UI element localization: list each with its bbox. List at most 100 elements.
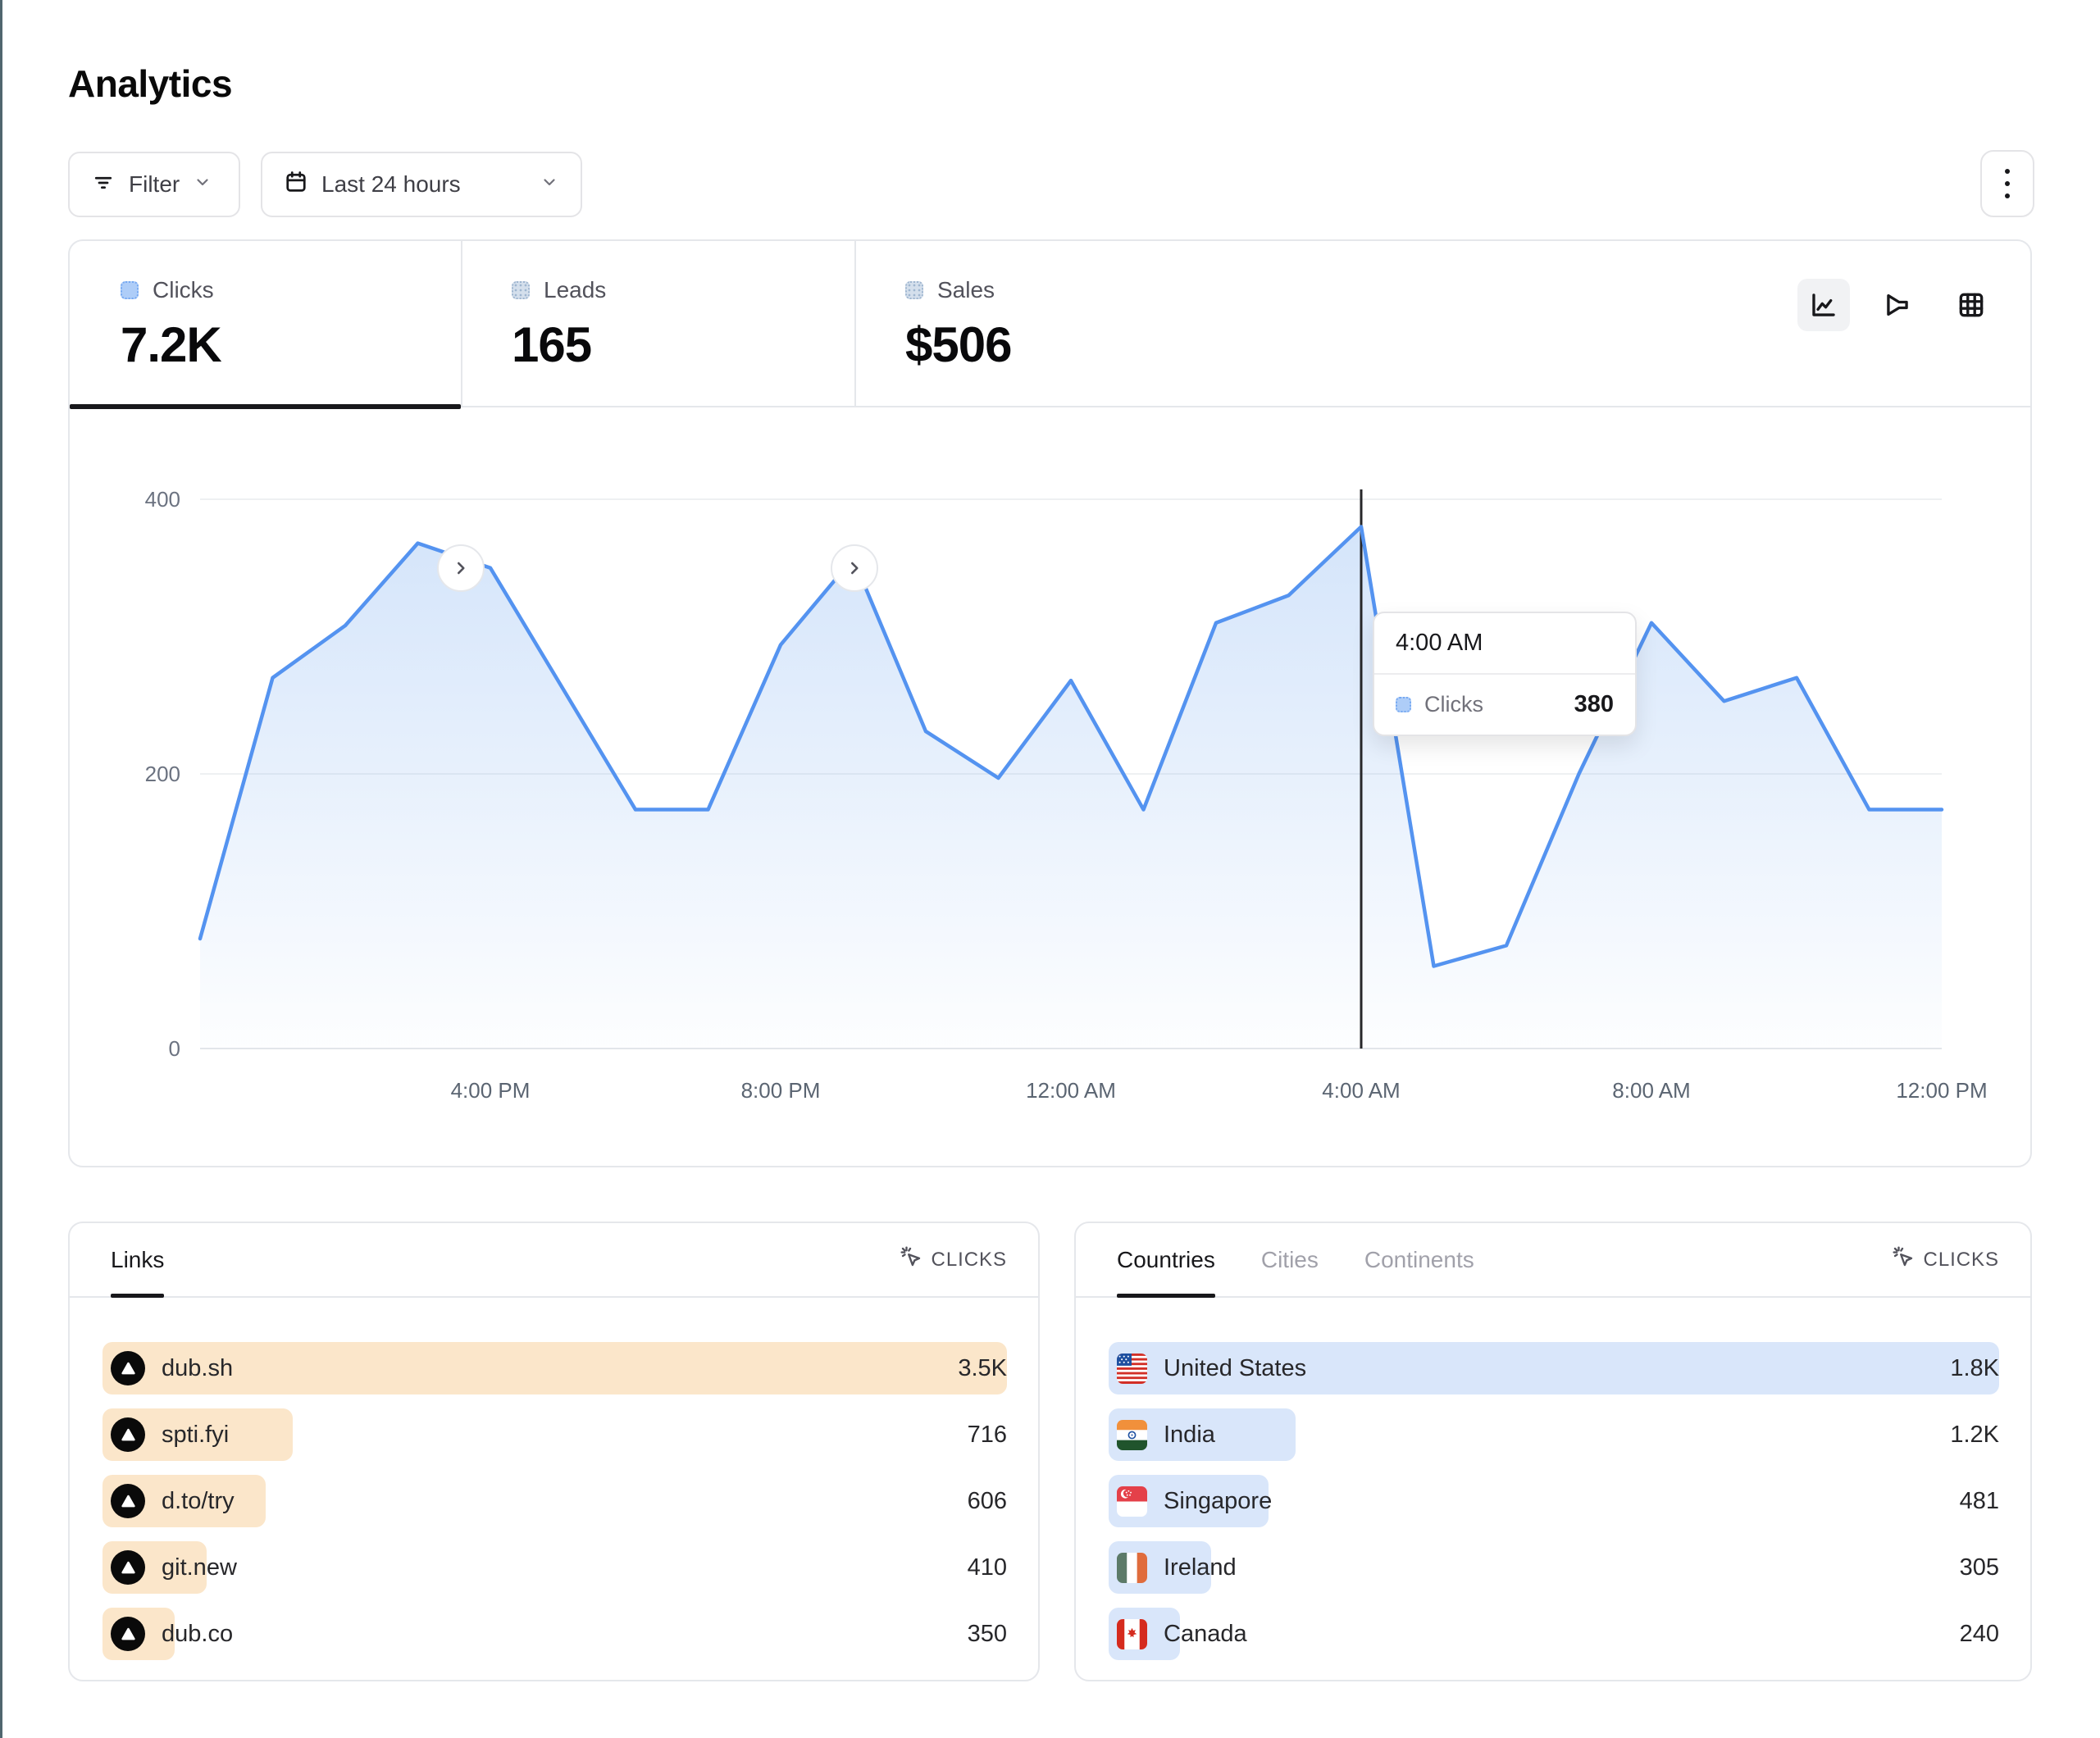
countries-metric-header[interactable]: CLICKS bbox=[1891, 1244, 1999, 1275]
row-content: United States bbox=[1117, 1342, 1306, 1394]
clicks-value: 7.2K bbox=[121, 316, 461, 373]
filter-icon bbox=[91, 170, 116, 200]
row-content: Singapore bbox=[1117, 1475, 1272, 1527]
row-content: India bbox=[1117, 1408, 1215, 1461]
y-axis-tick-label: 400 bbox=[145, 487, 180, 512]
tab-countries[interactable]: Countries bbox=[1117, 1223, 1215, 1296]
countries-metric-label: CLICKS bbox=[1924, 1249, 1999, 1272]
ca-flag-icon bbox=[1117, 1619, 1147, 1649]
kebab-dot bbox=[2005, 169, 2010, 174]
row-label: India bbox=[1164, 1422, 1215, 1449]
date-range-button[interactable]: Last 24 hours bbox=[261, 152, 582, 217]
table-row[interactable]: United States1.8K bbox=[1109, 1342, 1999, 1394]
row-content: Ireland bbox=[1117, 1541, 1237, 1594]
y-axis-tick-label: 0 bbox=[169, 1036, 180, 1061]
row-label: Canada bbox=[1164, 1621, 1247, 1648]
row-label: git.new bbox=[162, 1554, 237, 1581]
tab-divider bbox=[461, 241, 462, 406]
tab-leads[interactable]: Leads 165 bbox=[461, 241, 854, 407]
row-label: Singapore bbox=[1164, 1488, 1272, 1515]
line-chart-view-button[interactable] bbox=[1797, 279, 1850, 331]
countries-card: Countries Cities Continents CLICKS Unite… bbox=[1074, 1222, 2032, 1681]
tooltip-value: 380 bbox=[1574, 691, 1614, 718]
dub-logo-icon bbox=[111, 1417, 145, 1452]
countries-card-header: Countries Cities Continents CLICKS bbox=[1076, 1223, 2030, 1298]
row-value: 240 bbox=[1960, 1608, 1999, 1660]
cities-tab-label: Cities bbox=[1261, 1247, 1319, 1273]
tab-continents[interactable]: Continents bbox=[1364, 1223, 1474, 1296]
date-range-label: Last 24 hours bbox=[321, 171, 461, 198]
row-label: dub.sh bbox=[162, 1355, 233, 1382]
chevron-down-icon bbox=[540, 171, 559, 198]
calendar-icon bbox=[284, 170, 308, 200]
table-row[interactable]: Canada 240 bbox=[1109, 1608, 1999, 1660]
table-row[interactable]: dub.co350 bbox=[102, 1608, 1007, 1660]
tab-cities[interactable]: Cities bbox=[1261, 1223, 1319, 1296]
row-value: 716 bbox=[968, 1408, 1007, 1461]
kebab-dot bbox=[2005, 193, 2010, 198]
value-bar bbox=[102, 1342, 1007, 1394]
table-row[interactable]: d.to/try606 bbox=[102, 1475, 1007, 1527]
filter-button[interactable]: Filter bbox=[68, 152, 240, 217]
clicks-time-series-chart[interactable]: 40020004:00 PM8:00 PM12:00 AM4:00 AM8:00… bbox=[70, 407, 2030, 1166]
chart-tooltip: 4:00 AM Clicks 380 bbox=[1373, 612, 1637, 736]
x-axis-tick-label: 8:00 PM bbox=[741, 1078, 821, 1103]
dub-logo-icon bbox=[111, 1484, 145, 1518]
table-row[interactable]: Singapore 481 bbox=[1109, 1475, 1999, 1527]
x-axis-tick-label: 12:00 AM bbox=[1026, 1078, 1116, 1103]
analytics-page: Analytics Filter Last 24 hours Clicks bbox=[0, 0, 2100, 1738]
funnel-view-button[interactable] bbox=[1871, 279, 1924, 331]
links-tab-label: Links bbox=[111, 1247, 164, 1273]
active-tab-indicator bbox=[111, 1294, 164, 1298]
page-title: Analytics bbox=[68, 61, 232, 106]
row-label: spti.fyi bbox=[162, 1422, 229, 1449]
leads-legend-swatch bbox=[512, 281, 530, 299]
row-content: dub.sh bbox=[111, 1342, 233, 1394]
tab-clicks[interactable]: Clicks 7.2K bbox=[70, 241, 461, 407]
left-edge-strip bbox=[0, 0, 2, 1738]
table-view-button[interactable] bbox=[1945, 279, 1998, 331]
continents-tab-label: Continents bbox=[1364, 1247, 1474, 1273]
chevron-down-icon bbox=[193, 171, 212, 198]
table-row[interactable]: dub.sh 3.5K bbox=[102, 1342, 1007, 1394]
sales-value: $506 bbox=[905, 316, 1314, 373]
row-value: 410 bbox=[968, 1541, 1007, 1594]
tab-sales[interactable]: Sales $506 bbox=[854, 241, 1314, 407]
cursor-click-icon bbox=[1891, 1244, 1916, 1275]
row-content: Canada bbox=[1117, 1608, 1247, 1660]
clicks-legend-swatch bbox=[121, 281, 139, 299]
row-value: 305 bbox=[1960, 1541, 1999, 1594]
row-value: 1.2K bbox=[1950, 1408, 1999, 1461]
more-options-button[interactable] bbox=[1980, 150, 2034, 217]
links-card-header: Links CLICKS bbox=[70, 1223, 1038, 1298]
us-flag-icon bbox=[1117, 1354, 1147, 1384]
leads-value: 165 bbox=[512, 316, 854, 373]
row-value: 3.5K bbox=[958, 1342, 1007, 1394]
sg-flag-icon bbox=[1117, 1486, 1147, 1517]
tooltip-legend-swatch bbox=[1396, 697, 1411, 712]
row-value: 350 bbox=[968, 1608, 1007, 1660]
table-row[interactable]: India 1.2K bbox=[1109, 1408, 1999, 1461]
expand-leads-button[interactable] bbox=[831, 544, 878, 592]
links-card: Links CLICKS dub.sh 3.5K spti.fyi 716 d.to/t… bbox=[68, 1222, 1040, 1681]
x-axis-tick-label: 12:00 PM bbox=[1896, 1078, 1987, 1103]
area-fill bbox=[200, 527, 1942, 1049]
row-content: spti.fyi bbox=[111, 1408, 229, 1461]
x-axis-tick-label: 4:00 PM bbox=[451, 1078, 531, 1103]
dub-logo-icon bbox=[111, 1351, 145, 1385]
tooltip-series-label: Clicks bbox=[1424, 692, 1483, 717]
filter-button-label: Filter bbox=[129, 171, 180, 198]
table-row[interactable]: Ireland 305 bbox=[1109, 1541, 1999, 1594]
y-axis-tick-label: 200 bbox=[145, 762, 180, 786]
tab-divider bbox=[854, 241, 856, 406]
chart-svg: 40020004:00 PM8:00 PM12:00 AM4:00 AM8:00… bbox=[70, 407, 2030, 1166]
leads-label: Leads bbox=[544, 277, 606, 303]
row-content: d.to/try bbox=[111, 1475, 235, 1527]
table-row[interactable]: spti.fyi 716 bbox=[102, 1408, 1007, 1461]
expand-clicks-button[interactable] bbox=[437, 544, 485, 592]
row-value: 481 bbox=[1960, 1475, 1999, 1527]
tab-links[interactable]: Links bbox=[111, 1223, 164, 1296]
table-row[interactable]: git.new 410 bbox=[102, 1541, 1007, 1594]
links-metric-header[interactable]: CLICKS bbox=[899, 1244, 1007, 1275]
ie-flag-icon bbox=[1117, 1553, 1147, 1583]
